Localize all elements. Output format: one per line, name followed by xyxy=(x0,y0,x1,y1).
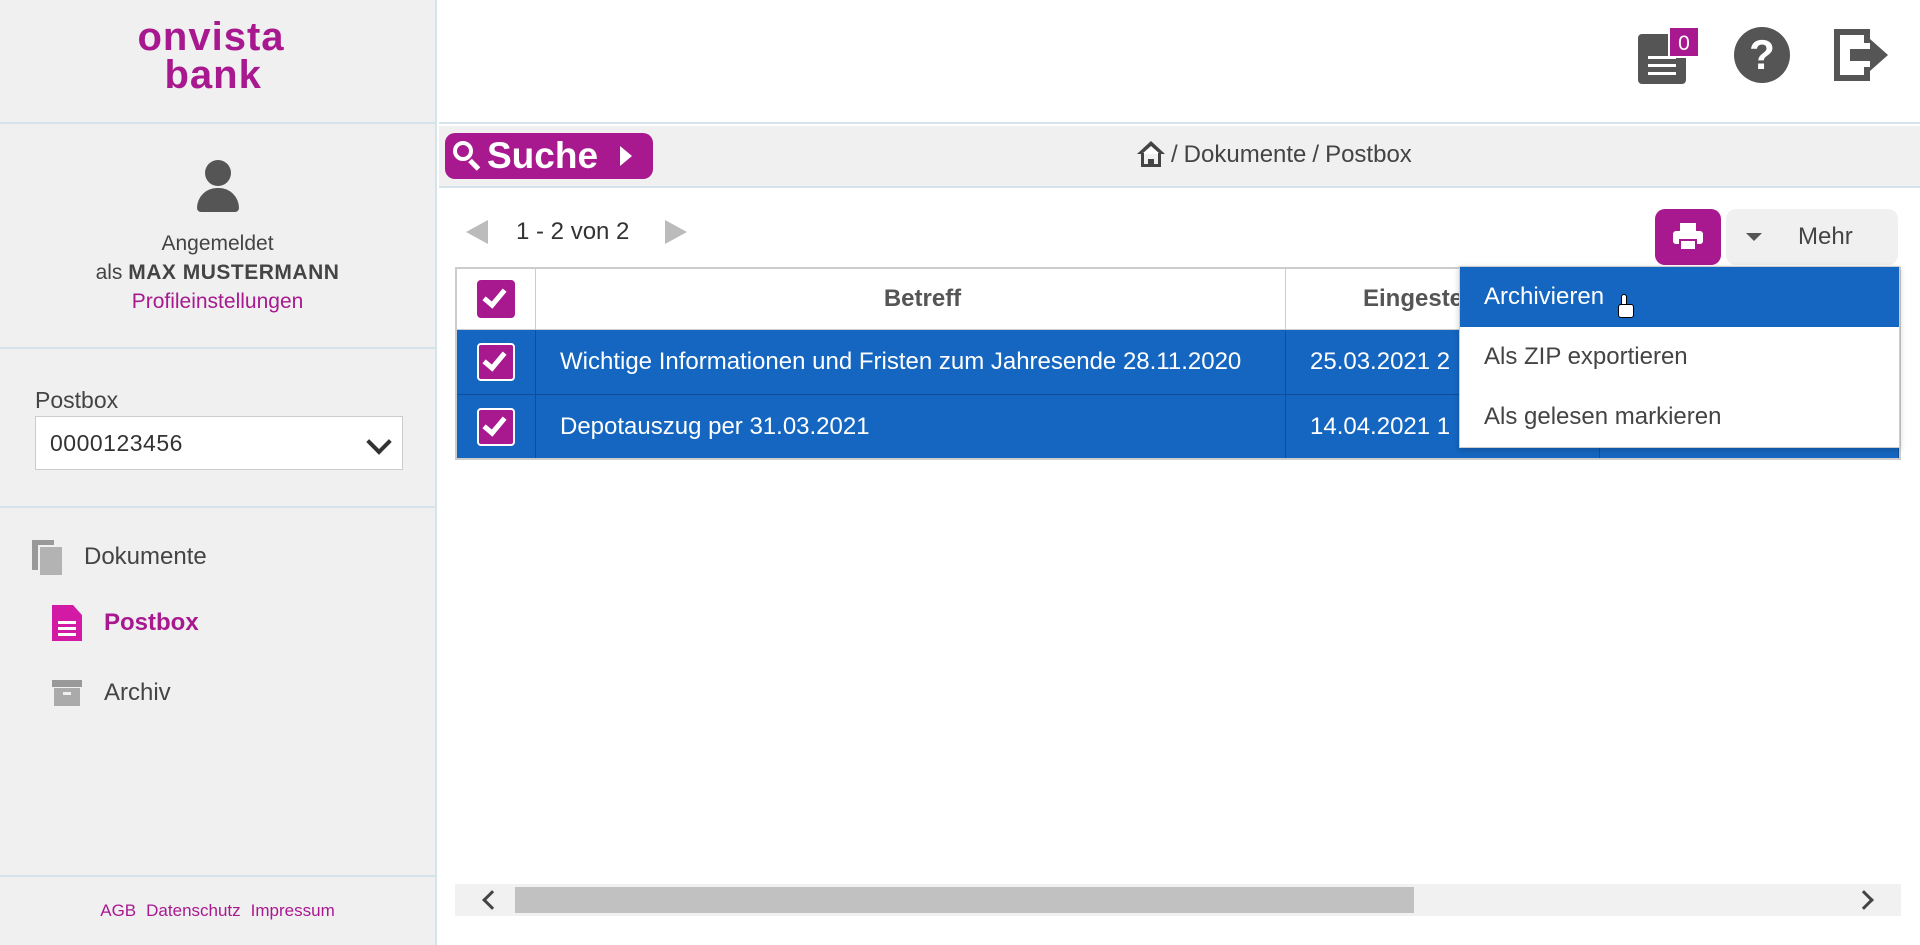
documents-icon xyxy=(32,540,62,575)
pager: 1 - 2 von 2 xyxy=(466,218,688,246)
row-checkbox-cell xyxy=(457,395,536,458)
privacy-link[interactable]: Datenschutz xyxy=(146,901,241,921)
check-icon xyxy=(482,346,507,372)
logo-area: onvista bank xyxy=(0,0,435,124)
row-subject[interactable]: Depotauszug per 31.03.2021 xyxy=(536,395,1286,458)
sidebar-item-archive[interactable]: Archiv xyxy=(0,658,435,728)
logo-line-2: bank xyxy=(164,53,262,97)
sidebar-nav: Dokumente Postbox Archiv xyxy=(0,508,435,728)
search-button-label: Suche xyxy=(487,135,599,176)
row-checkbox[interactable] xyxy=(477,407,515,446)
agb-link[interactable]: AGB xyxy=(100,901,136,921)
archive-box-icon xyxy=(52,678,82,708)
column-header-subject[interactable]: Betreff xyxy=(536,269,1286,329)
document-icon xyxy=(52,605,82,641)
top-actions: 0 ? xyxy=(1638,26,1890,84)
sidebar-item-label: Postbox xyxy=(104,609,199,636)
breadcrumb-documents[interactable]: Dokumente xyxy=(1184,141,1307,169)
breadcrumb-separator: / xyxy=(1312,141,1320,168)
user-name: MAX MUSTERMANN xyxy=(128,261,340,284)
menu-item-mark-read[interactable]: Als gelesen markieren xyxy=(1460,387,1899,447)
breadcrumb-separator: / xyxy=(1171,141,1178,168)
sidebar: onvista bank Angemeldet als MAX MUSTERMA… xyxy=(0,0,437,945)
menu-item-archive[interactable]: Archivieren xyxy=(1460,267,1899,327)
row-checkbox[interactable] xyxy=(477,343,515,381)
postbox-label: Postbox xyxy=(35,387,119,413)
user-icon xyxy=(193,160,243,215)
check-icon xyxy=(482,283,507,309)
profile-settings-link[interactable]: Profileinstellungen xyxy=(0,287,435,316)
as-prefix: als xyxy=(95,261,123,284)
postbox-selector: Postbox 0000123456 xyxy=(0,349,435,508)
more-button-label: Mehr xyxy=(1798,223,1853,250)
onvista-bank-logo[interactable]: onvista bank xyxy=(138,17,298,97)
check-icon xyxy=(482,410,507,437)
scroll-right-icon[interactable] xyxy=(1854,890,1874,910)
sidebar-item-documents[interactable]: Dokumente xyxy=(0,526,435,588)
user-info: Angemeldet als MAX MUSTERMANN Profileins… xyxy=(0,124,435,349)
print-button[interactable] xyxy=(1655,209,1721,265)
select-all-checkbox[interactable] xyxy=(477,280,515,318)
menu-item-export-zip[interactable]: Als ZIP exportieren xyxy=(1460,327,1899,387)
scroll-left-icon[interactable] xyxy=(482,890,502,910)
hand-cursor-icon xyxy=(1617,294,1635,320)
previous-page-icon[interactable] xyxy=(466,220,488,244)
pager-range: 1 - 2 von 2 xyxy=(516,218,630,245)
sidebar-item-label: Archiv xyxy=(104,679,171,706)
logged-in-user: als MAX MUSTERMANN xyxy=(0,258,435,287)
chevron-down-icon xyxy=(366,429,392,455)
top-bar: 0 ? xyxy=(439,0,1920,124)
horizontal-scrollbar[interactable] xyxy=(455,884,1901,916)
select-all-cell xyxy=(457,269,536,329)
caret-down-icon xyxy=(1746,233,1762,241)
footer-links: AGB Datenschutz Impressum xyxy=(0,875,435,945)
row-subject[interactable]: Wichtige Informationen und Fristen zum J… xyxy=(536,330,1286,394)
breadcrumb-bar: Suche / Dokumente / Postbox xyxy=(439,126,1920,188)
next-page-icon[interactable] xyxy=(665,220,688,244)
sidebar-item-label: Dokumente xyxy=(84,543,207,570)
messages-button[interactable]: 0 xyxy=(1638,26,1700,84)
logout-icon[interactable] xyxy=(1834,27,1890,83)
postbox-select-value: 0000123456 xyxy=(50,429,183,456)
messages-count-badge: 0 xyxy=(1668,26,1700,58)
more-button[interactable]: Mehr xyxy=(1726,209,1898,265)
more-dropdown-menu: Archivieren Als ZIP exportieren Als gele… xyxy=(1459,266,1900,448)
home-icon[interactable] xyxy=(1137,141,1165,169)
search-icon xyxy=(453,141,483,171)
breadcrumb-postbox: Postbox xyxy=(1325,141,1412,168)
imprint-link[interactable]: Impressum xyxy=(251,901,335,921)
row-checkbox-cell xyxy=(457,330,536,394)
help-icon[interactable]: ? xyxy=(1734,27,1790,83)
search-button[interactable]: Suche xyxy=(445,133,653,179)
triangle-right-icon xyxy=(620,146,633,166)
logged-in-label: Angemeldet xyxy=(161,232,274,255)
sidebar-item-postbox[interactable]: Postbox xyxy=(0,588,435,658)
printer-icon xyxy=(1673,223,1703,251)
postbox-select[interactable]: 0000123456 xyxy=(35,416,403,470)
breadcrumb: / Dokumente / Postbox xyxy=(1137,141,1412,169)
scrollbar-thumb[interactable] xyxy=(515,887,1414,913)
